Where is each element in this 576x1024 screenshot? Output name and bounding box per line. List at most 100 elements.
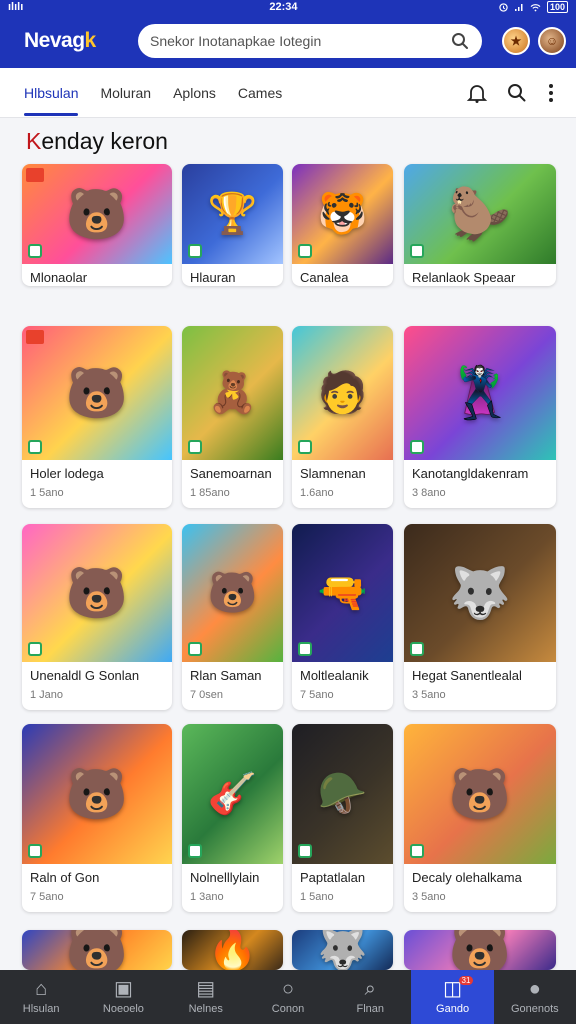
nav-item-gonenots[interactable]: ● Gonenots [494,970,576,1024]
tab-cames[interactable]: Cames [238,68,282,118]
more-vert-icon[interactable] [546,82,556,104]
notification-icon[interactable] [466,82,488,104]
game-title: Kanotangldakenram [412,466,529,481]
installed-badge-icon [298,642,312,656]
game-thumbnail[interactable]: 🦫 [404,164,556,264]
game-thumbnail[interactable]: 🐻 [22,326,172,460]
game-art: 🐻 [65,565,129,621]
game-thumbnail[interactable]: 🏆 [182,164,283,264]
game-thumbnail[interactable]: 🔥 [182,930,283,970]
game-thumbnail[interactable]: 🐻 [404,724,556,864]
profile-avatar[interactable]: ☺ [538,27,566,55]
nav-item-gando[interactable]: ◫ Gando 31 [411,970,494,1024]
game-thumbnail[interactable]: 🐻 [404,930,556,970]
signal-text: ılılı [8,1,24,13]
game-card[interactable]: 🦫 Relanlaok Speaar3 5ano [404,164,556,286]
game-card[interactable]: 🐻 [404,930,556,970]
search-icon[interactable] [450,31,470,51]
game-thumbnail[interactable]: 🧸 [182,326,283,460]
game-thumbnail[interactable]: 🐻 [22,164,172,264]
nav-count-badge: 31 [458,976,474,985]
game-art: 🐻 [65,365,129,421]
game-meta: 3 8ano [412,487,446,499]
rewards-avatar[interactable]: ★ [502,27,530,55]
game-thumbnail[interactable]: 🎸 [182,724,283,864]
game-thumbnail[interactable]: 🐻 [22,930,172,970]
game-card[interactable]: 🐻 [22,930,172,970]
game-art: 🐻 [65,930,129,970]
game-card[interactable]: 🐺 [292,930,393,970]
game-title: Canalea [300,270,349,285]
installed-badge-icon [28,244,42,258]
game-meta: 3 5ano [412,689,446,701]
tab-aplons[interactable]: Aplons [173,68,216,118]
store-icon: ▣ [113,978,133,1000]
game-card[interactable]: 🐺 Hegat Sanentlealal 3 5ano [404,524,556,710]
installed-badge-icon [410,440,424,454]
game-card[interactable]: 🦹 Kanotangldakenram 3 8ano [404,326,556,508]
game-art: 🐻 [448,766,512,822]
game-thumbnail[interactable]: 🐻 [22,524,172,662]
installed-badge-icon [188,244,202,258]
game-card[interactable]: 🐯 Canalea2 6ano [292,164,393,286]
game-title: Hegat Sanentlealal [412,668,522,683]
game-thumbnail[interactable]: 🧑 [292,326,393,460]
nav-label: Nelnes [188,1003,223,1015]
game-card[interactable]: 🐻 Holer lodega 1 5ano [22,326,172,508]
game-card[interactable]: 🔫 Moltlealanik 7 5ano [292,524,393,710]
tab-hlbsulan[interactable]: Hlbsulan [24,68,79,118]
new-tag-icon [26,168,44,182]
game-card[interactable]: 🐻 Rlan Saman 7 0sen [182,524,283,710]
game-art: 🐻 [65,766,129,822]
search-icon[interactable] [506,82,528,104]
game-card[interactable]: 🪖 Paptatlalan 1 5ano [292,724,393,912]
search-bar[interactable]: Snekor Inotanapkae Iotegin [138,24,482,58]
game-art: 🦫 [448,186,512,242]
game-card[interactable]: 🧸 Sanemoarnan 1 85ano [182,326,283,508]
game-card[interactable]: 🧑 Slamnenan 1.6ano [292,326,393,508]
game-thumbnail[interactable]: 🐺 [292,930,393,970]
game-meta: 7 0sen [190,689,224,701]
game-card[interactable]: 🐻 Mlonaolar7 5ano [22,164,172,286]
app-logo[interactable]: Nevagk [24,29,118,53]
game-meta: 1 5ano [300,891,334,903]
game-title: Mlonaolar [30,270,88,285]
search-input[interactable]: Snekor Inotanapkae Iotegin [150,33,450,49]
game-card[interactable]: 🎸 Nolnelllylain 1 3ano [182,724,283,912]
game-thumbnail[interactable]: 🦹 [404,326,556,460]
game-title: Sanemoarnan [190,466,272,481]
game-title: Decaly olehalkama [412,870,522,885]
game-card[interactable]: 🐻 Raln of Gon 7 5ano [22,724,172,912]
nav-label: Hlsulan [22,1003,60,1015]
game-meta: 1 Jano [30,689,64,701]
nav-item-conon[interactable]: ○ Conon [247,970,329,1024]
home-icon: ⌂ [35,978,48,1000]
game-card[interactable]: 🏆 Hlauran7 5ano [182,164,283,286]
nav-item-nelnes[interactable]: ▤ Nelnes [165,970,247,1024]
game-title: Rlan Saman [190,668,262,683]
game-title: Nolnelllylain [190,870,260,885]
circle-icon: ○ [281,978,295,1000]
tab-moluran[interactable]: Moluran [100,68,151,118]
game-thumbnail[interactable]: 🐻 [182,524,283,662]
game-thumbnail[interactable]: 🐯 [292,164,393,264]
wifi-icon [530,3,541,11]
nav-item-flnan[interactable]: ⌕ Flnan [329,970,411,1024]
installed-badge-icon [28,642,42,656]
game-title: Unenaldl G Sonlan [30,668,140,683]
search-icon: ⌕ [364,978,376,1000]
game-title: Raln of Gon [30,870,100,885]
status-bar: ılılı 22:34 100 [0,0,576,14]
installed-badge-icon [298,244,312,258]
game-thumbnail[interactable]: 🐺 [404,524,556,662]
nav-label: Noeoelo [102,1003,144,1015]
nav-item-hlsulan[interactable]: ⌂ Hlsulan [0,970,82,1024]
game-card[interactable]: 🔥 [182,930,283,970]
game-title: Paptatlalan [300,870,366,885]
game-thumbnail[interactable]: 🐻 [22,724,172,864]
game-thumbnail[interactable]: 🪖 [292,724,393,864]
game-card[interactable]: 🐻 Decaly olehalkama 3 5ano [404,724,556,912]
nav-item-noeoelo[interactable]: ▣ Noeoelo [82,970,164,1024]
game-thumbnail[interactable]: 🔫 [292,524,393,662]
game-card[interactable]: 🐻 Unenaldl G Sonlan 1 Jano [22,524,172,710]
